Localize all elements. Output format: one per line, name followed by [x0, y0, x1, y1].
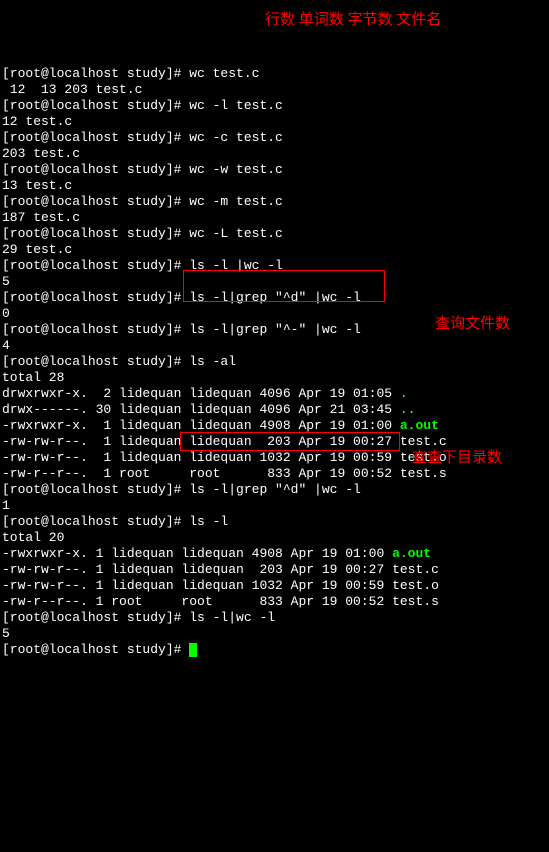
file-row: -rwxrwxr-x. 1 lidequan lidequan 4908 Apr…	[2, 418, 439, 433]
cmd-line: [root@localhost study]# wc -L test.c	[2, 226, 283, 241]
terminal[interactable]: [root@localhost study]# wc test.c 12 13 …	[2, 66, 549, 658]
cmd-line: [root@localhost study]# wc test.c	[2, 66, 259, 81]
output: 5	[2, 626, 10, 641]
file-row: drwx------. 30 lidequan lidequan 4096 Ap…	[2, 402, 415, 417]
cmd-line: [root@localhost study]# ls -l|grep "^d" …	[2, 482, 361, 497]
file-row: -rwxrwxr-x. 1 lidequan lidequan 4908 Apr…	[2, 546, 431, 561]
output: 0	[2, 306, 10, 321]
file-row: -rw-rw-r--. 1 lidequan lidequan 203 Apr …	[2, 562, 439, 577]
output: total 28	[2, 370, 64, 385]
output: 187 test.c	[2, 210, 80, 225]
cmd-line: [root@localhost study]# wc -w test.c	[2, 162, 283, 177]
output: 203 test.c	[2, 146, 80, 161]
cmd-line: [root@localhost study]# wc -m test.c	[2, 194, 283, 209]
note-header: 行数 单词数 字节数 文件名	[265, 12, 441, 28]
cmd-line: [root@localhost study]# ls -l|wc -l	[2, 610, 275, 625]
highlight-box-2	[180, 432, 400, 451]
cmd-line: [root@localhost study]# ls -l|grep "^-" …	[2, 322, 361, 337]
highlight-box-1	[183, 270, 385, 302]
output: 29 test.c	[2, 242, 72, 257]
cmd-line: [root@localhost study]# ls -al	[2, 354, 236, 369]
cmd-line: [root@localhost study]# wc -l test.c	[2, 98, 283, 113]
output: 5	[2, 274, 10, 289]
output: 4	[2, 338, 10, 353]
cmd-line: [root@localhost study]# ls -l	[2, 514, 228, 529]
note-query-dirs: 查查下目录数	[412, 450, 502, 466]
note-query-files: 查询文件数	[435, 316, 510, 332]
file-row: -rw-r--r--. 1 root root 833 Apr 19 00:52…	[2, 594, 439, 609]
cursor	[189, 643, 197, 657]
output: 12 13 203 test.c	[2, 82, 142, 97]
file-row: -rw-r--r--. 1 root root 833 Apr 19 00:52…	[2, 466, 447, 481]
output: total 20	[2, 530, 64, 545]
file-row: drwxrwxr-x. 2 lidequan lidequan 4096 Apr…	[2, 386, 408, 401]
file-row: -rw-rw-r--. 1 lidequan lidequan 1032 Apr…	[2, 578, 439, 593]
cmd-line[interactable]: [root@localhost study]#	[2, 642, 197, 657]
output: 13 test.c	[2, 178, 72, 193]
file-row: -rw-rw-r--. 1 lidequan lidequan 1032 Apr…	[2, 450, 447, 465]
cmd-line: [root@localhost study]# wc -c test.c	[2, 130, 283, 145]
output: 12 test.c	[2, 114, 72, 129]
output: 1	[2, 498, 10, 513]
